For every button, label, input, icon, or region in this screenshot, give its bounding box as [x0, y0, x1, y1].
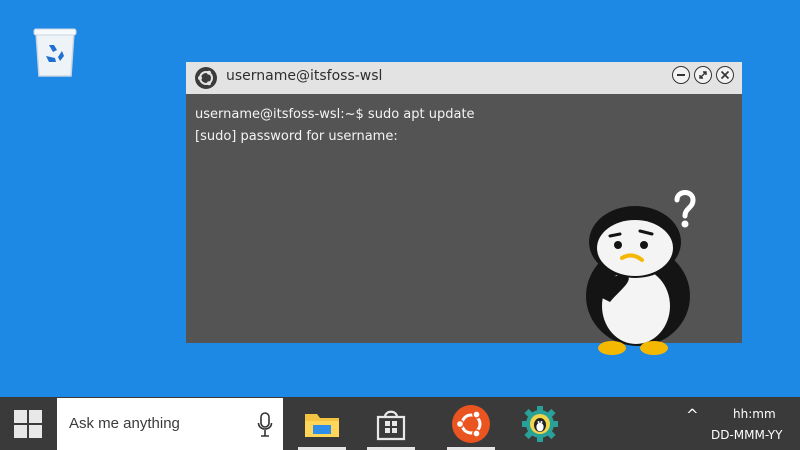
start-button[interactable] [0, 397, 56, 450]
wsl-gear-icon [522, 405, 558, 442]
recycle-bin-icon[interactable] [30, 24, 80, 80]
minimize-icon [677, 74, 685, 76]
search-placeholder: Ask me anything [69, 415, 180, 432]
minimize-button[interactable] [672, 66, 690, 84]
window-titlebar[interactable]: username@itsfoss-wsl [186, 62, 742, 94]
close-icon [720, 70, 730, 80]
windows-logo-icon [14, 409, 42, 438]
store-icon [376, 410, 406, 440]
taskbar-wsl-settings[interactable] [514, 397, 566, 450]
restore-button[interactable] [694, 66, 712, 84]
terminal-output[interactable]: username@itsfoss-wsl:~$ sudo apt update … [195, 104, 475, 148]
file-explorer-icon [305, 413, 339, 437]
close-button[interactable] [716, 66, 734, 84]
ubuntu-icon [452, 404, 490, 443]
clock-time[interactable]: hh:mm [733, 407, 776, 421]
desktop: username@itsfoss-wsl username@itsfoss-ws… [0, 0, 800, 397]
tray-overflow-chevron[interactable]: ^ [686, 406, 699, 424]
wsl-app-icon [194, 66, 218, 90]
terminal-line-command: username@itsfoss-wsl:~$ sudo apt update [195, 107, 475, 122]
taskbar: Ask me anything ^ hh:mm DD-MMM-YY [0, 397, 800, 450]
restore-arrows-icon [699, 71, 707, 79]
thinking-penguin-illustration [586, 190, 696, 355]
taskbar-store[interactable] [365, 397, 417, 450]
microphone-icon[interactable] [257, 412, 273, 438]
window-title: username@itsfoss-wsl [226, 68, 383, 84]
clock-date[interactable]: DD-MMM-YY [711, 428, 782, 442]
cortana-search-box[interactable]: Ask me anything [57, 398, 283, 450]
taskbar-ubuntu[interactable] [445, 397, 497, 450]
question-mark-icon [674, 190, 696, 228]
taskbar-file-explorer[interactable] [296, 397, 348, 450]
terminal-line-password-prompt: [sudo] password for username: [195, 129, 398, 144]
